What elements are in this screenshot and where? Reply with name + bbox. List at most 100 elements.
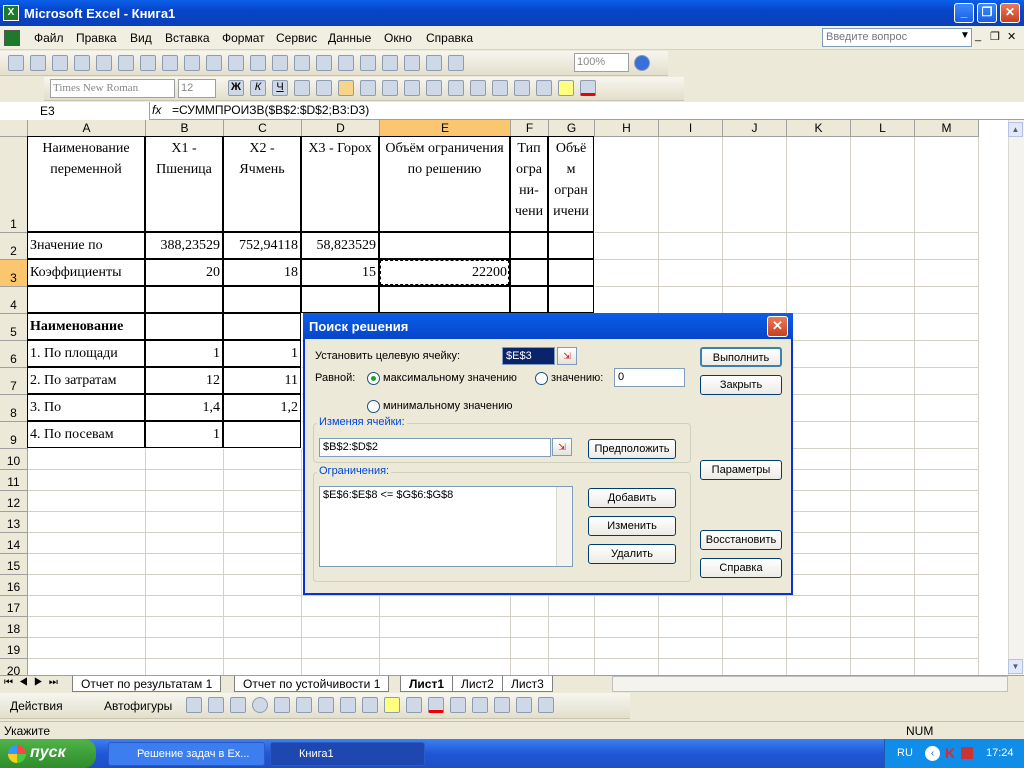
cell-e17[interactable] (380, 596, 511, 617)
cell-m17[interactable] (915, 596, 979, 617)
bold-icon[interactable]: Ж (228, 80, 244, 96)
guess-button[interactable]: Предположить (588, 439, 676, 459)
menu-file[interactable]: Файл (34, 31, 64, 45)
row-header-9[interactable]: 9 (0, 422, 28, 449)
cell-h20[interactable] (595, 659, 659, 675)
cell-d20[interactable] (302, 659, 380, 675)
cell-j19[interactable] (723, 638, 787, 659)
row-header-11[interactable]: 11 (0, 470, 28, 491)
cell-c10[interactable] (224, 449, 302, 470)
cell-m19[interactable] (915, 638, 979, 659)
fill-color-icon[interactable] (558, 80, 574, 96)
redo-icon[interactable] (316, 55, 332, 71)
cell-l13[interactable] (851, 512, 915, 533)
close-button[interactable]: ✕ (1000, 3, 1020, 23)
column-header-k[interactable]: K (787, 120, 851, 137)
cell-m18[interactable] (915, 617, 979, 638)
cell-k4[interactable] (787, 287, 851, 314)
cell-j3[interactable] (723, 260, 787, 287)
cell-l11[interactable] (851, 470, 915, 491)
row-header-2[interactable]: 2 (0, 233, 28, 260)
row-header-10[interactable]: 10 (0, 449, 28, 470)
cell-k3[interactable] (787, 260, 851, 287)
select-all-corner[interactable] (0, 120, 28, 137)
cell-k14[interactable] (787, 533, 851, 554)
horizontal-scrollbar[interactable] (612, 676, 1008, 692)
cell-m13[interactable] (915, 512, 979, 533)
paste-icon[interactable] (250, 55, 266, 71)
chart-wizard-icon[interactable] (426, 55, 442, 71)
cell-c18[interactable] (224, 617, 302, 638)
constraints-list[interactable]: $E$6:$E$8 <= $G$6:$G$8 (319, 486, 573, 567)
changing-ref-icon[interactable]: ⇲ (552, 438, 572, 456)
cell-g17[interactable] (549, 596, 595, 617)
cell-k16[interactable] (787, 575, 851, 596)
cell-c19[interactable] (224, 638, 302, 659)
cell-c11[interactable] (224, 470, 302, 491)
cell-g19[interactable] (549, 638, 595, 659)
cell-b8[interactable]: 1,4 (145, 394, 223, 421)
currency-icon[interactable] (382, 80, 398, 96)
cell-i4[interactable] (659, 287, 723, 314)
cell-c14[interactable] (224, 533, 302, 554)
cell-l15[interactable] (851, 554, 915, 575)
cell-c13[interactable] (224, 512, 302, 533)
value-radio[interactable] (535, 372, 548, 385)
cell-a1[interactable]: Наименование переменной (27, 136, 145, 232)
hyperlink-icon[interactable] (338, 55, 354, 71)
doc-minimize-button[interactable]: _ (975, 30, 981, 42)
cell-m1[interactable] (915, 137, 979, 233)
add-constraint-button[interactable]: Добавить (588, 488, 676, 508)
row-header-12[interactable]: 12 (0, 491, 28, 512)
diagram-icon[interactable] (318, 697, 334, 713)
cell-l8[interactable] (851, 395, 915, 422)
cell-j18[interactable] (723, 617, 787, 638)
cell-b3[interactable]: 20 (145, 259, 223, 286)
cell-k2[interactable] (787, 233, 851, 260)
column-header-e[interactable]: E (380, 120, 511, 137)
cell-m11[interactable] (915, 470, 979, 491)
sort-asc-icon[interactable] (382, 55, 398, 71)
borders-icon[interactable] (536, 80, 552, 96)
cell-a7[interactable]: 2. По затратам (27, 367, 145, 394)
draw-font-color-icon[interactable] (428, 697, 444, 713)
solve-button[interactable]: Выполнить (700, 347, 782, 367)
cell-a14[interactable] (28, 533, 146, 554)
cell-e3[interactable]: 22200 (379, 259, 510, 286)
font-size-select[interactable]: 12 (178, 79, 216, 98)
cell-b11[interactable] (146, 470, 224, 491)
font-select[interactable]: Times New Roman (50, 79, 175, 98)
cell-h3[interactable] (595, 260, 659, 287)
cell-c20[interactable] (224, 659, 302, 675)
cell-i1[interactable] (659, 137, 723, 233)
language-indicator[interactable]: RU (897, 747, 913, 759)
cell-b20[interactable] (146, 659, 224, 675)
cell-m5[interactable] (915, 314, 979, 341)
cell-l18[interactable] (851, 617, 915, 638)
reset-button[interactable]: Восстановить (700, 530, 782, 550)
tab-sheet1[interactable]: Лист1 (400, 676, 454, 692)
italic-icon[interactable]: К (250, 80, 266, 96)
menu-insert[interactable]: Вставка (165, 31, 210, 45)
tab-sensitivity-report[interactable]: Отчет по устойчивости 1 (234, 676, 390, 692)
merge-center-icon[interactable] (360, 80, 376, 96)
cell-m9[interactable] (915, 422, 979, 449)
column-header-b[interactable]: B (146, 120, 224, 137)
constraint-item[interactable]: $E$6:$E$8 <= $G$6:$G$8 (323, 489, 569, 501)
column-header-c[interactable]: C (224, 120, 302, 137)
cell-l9[interactable] (851, 422, 915, 449)
tab-sheet2[interactable]: Лист2 (452, 676, 503, 692)
doc-close-button[interactable]: ✕ (1007, 30, 1016, 43)
cell-c7[interactable]: 11 (223, 367, 301, 394)
cell-g20[interactable] (549, 659, 595, 675)
cell-l14[interactable] (851, 533, 915, 554)
new-icon[interactable] (8, 55, 24, 71)
changing-cells-input[interactable]: $B$2:$D$2 (319, 438, 551, 457)
decrease-indent-icon[interactable] (492, 80, 508, 96)
cell-a19[interactable] (28, 638, 146, 659)
line-style-icon[interactable] (450, 697, 466, 713)
cell-h4[interactable] (595, 287, 659, 314)
clipart-icon[interactable] (340, 697, 356, 713)
cell-h17[interactable] (595, 596, 659, 617)
autosum-icon[interactable] (360, 55, 376, 71)
